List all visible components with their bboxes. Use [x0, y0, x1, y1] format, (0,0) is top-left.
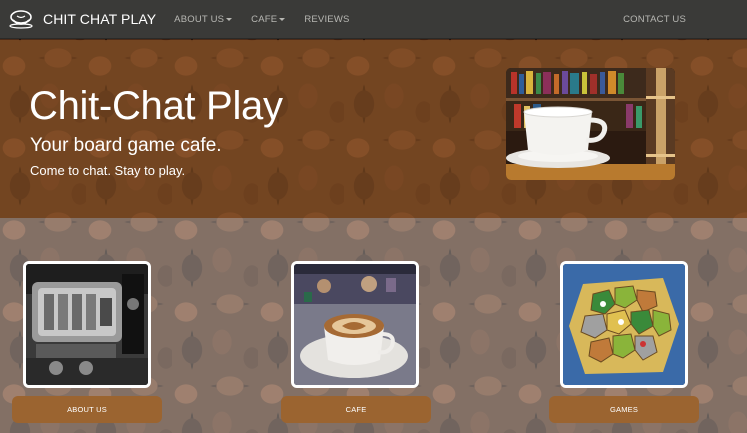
- cafe-button[interactable]: CAFE: [281, 396, 431, 423]
- games-button[interactable]: GAMES: [549, 396, 699, 423]
- games-button-label: GAMES: [609, 405, 639, 414]
- hero-title: Chit-Chat Play: [29, 84, 283, 128]
- nav-reviews-label: REVIEWS: [304, 13, 350, 25]
- caret-down-icon: [279, 17, 286, 21]
- caret-down-icon: [226, 17, 233, 21]
- espresso-machine-image: [23, 261, 151, 388]
- about-us-button-label: ABOUT US: [67, 405, 107, 414]
- nav-contact-label: CONTACT US: [623, 14, 686, 25]
- about-us-button[interactable]: ABOUT US: [12, 396, 162, 423]
- hero-subtitle: Your board game cafe.: [30, 135, 222, 156]
- features-section: ABOUT US CAFE GAMES: [0, 218, 747, 433]
- nav-about-us-dropdown[interactable]: ABOUT US: [174, 13, 233, 25]
- brand-name: CHIT CHAT PLAY: [43, 11, 157, 27]
- nav-reviews-link[interactable]: REVIEWS: [304, 14, 349, 25]
- nav-cafe-dropdown[interactable]: CAFE: [251, 13, 286, 25]
- brand[interactable]: CHIT CHAT PLAY: [8, 9, 156, 29]
- nav-contact-us-link[interactable]: CONTACT US: [623, 14, 686, 25]
- nav-cafe-label: CAFE: [251, 13, 278, 25]
- hero-tagline: Come to chat. Stay to play.: [30, 163, 186, 178]
- cafe-button-label: CAFE: [345, 405, 367, 414]
- navbar: CHIT CHAT PLAY ABOUT US CAFE REVIEWS CON…: [0, 0, 747, 39]
- board-game-image: [560, 261, 688, 388]
- nav-about-us-label: ABOUT US: [174, 13, 225, 25]
- hero-section: Chit-Chat Play Your board game cafe. Com…: [0, 40, 747, 218]
- latte-image: [291, 261, 419, 388]
- nav-links: ABOUT US CAFE REVIEWS: [174, 14, 368, 25]
- coffee-cup-icon: [8, 9, 34, 29]
- coffee-cup-photo: [506, 68, 675, 180]
